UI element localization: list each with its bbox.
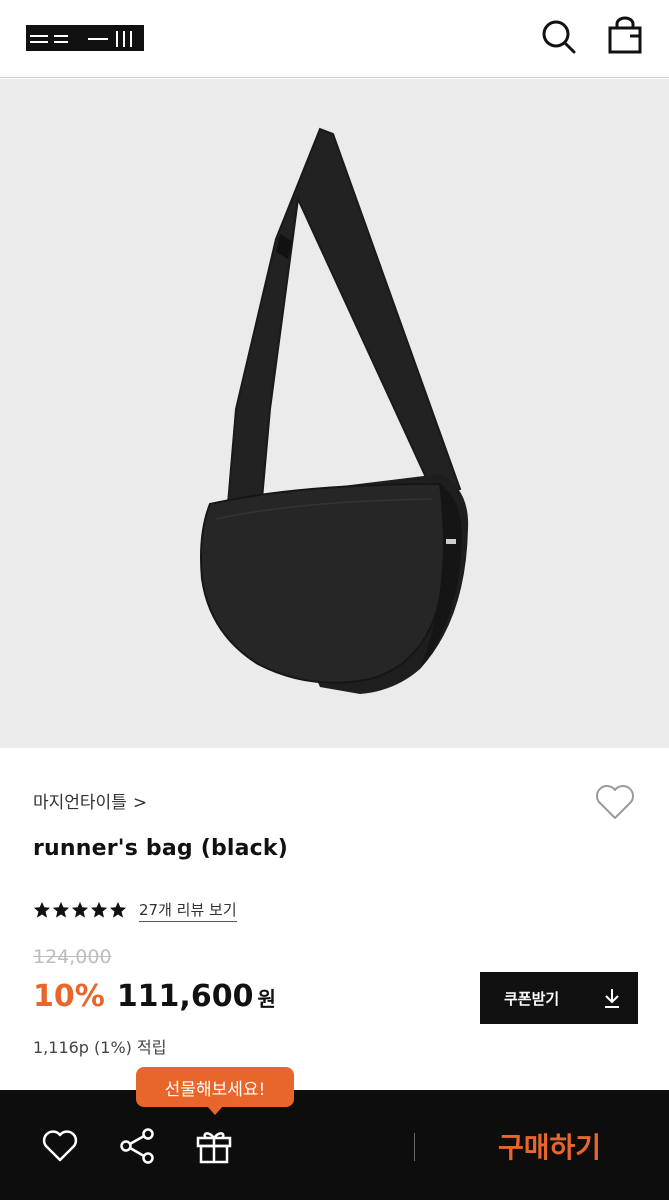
star-icon — [109, 901, 127, 918]
buy-button[interactable]: 구매하기 — [430, 1110, 669, 1182]
star-icon — [52, 901, 70, 918]
rating-row: 27개 리뷰 보기 — [33, 899, 237, 922]
gift-tooltip-tail — [206, 1105, 224, 1115]
star-icon — [71, 901, 89, 918]
product-title: runner's bag (black) — [33, 836, 289, 861]
header-bar — [0, 0, 669, 78]
coupon-button-label: 쿠폰받기 — [504, 989, 560, 1008]
brand-logo[interactable] — [26, 25, 144, 51]
gift-tooltip: 선물해보세요! — [136, 1067, 294, 1107]
chevron-right-icon: > — [132, 793, 148, 813]
heart-icon[interactable] — [40, 1126, 80, 1166]
brand-name: 마지언타이틀 — [33, 793, 127, 813]
bag-illustration — [200, 127, 469, 694]
discount-rate: 10% — [33, 979, 105, 1014]
search-icon[interactable] — [539, 16, 577, 56]
product-image[interactable] — [0, 79, 669, 748]
wishlist-heart-icon[interactable] — [594, 782, 636, 822]
brand-link[interactable]: 마지언타이틀 > — [33, 788, 147, 813]
gift-icon[interactable] — [194, 1126, 234, 1166]
sale-price: 111,600 — [116, 979, 254, 1014]
currency-label: 원 — [257, 987, 276, 1011]
star-icon — [33, 901, 51, 918]
review-link[interactable]: 27개 리뷰 보기 — [139, 899, 237, 922]
download-icon — [605, 989, 619, 1008]
coupon-button[interactable]: 쿠폰받기 — [480, 972, 638, 1024]
star-icon — [90, 901, 108, 918]
reward-points: 1,116p (1%) 적립 — [33, 1038, 167, 1057]
rating-stars — [33, 901, 127, 919]
price-row: 10% 111,600 원 — [33, 979, 276, 1019]
bar-divider — [414, 1133, 415, 1161]
original-price: 124,000 — [33, 946, 112, 968]
shopping-bag-icon[interactable] — [606, 16, 644, 56]
share-icon[interactable] — [117, 1126, 157, 1166]
